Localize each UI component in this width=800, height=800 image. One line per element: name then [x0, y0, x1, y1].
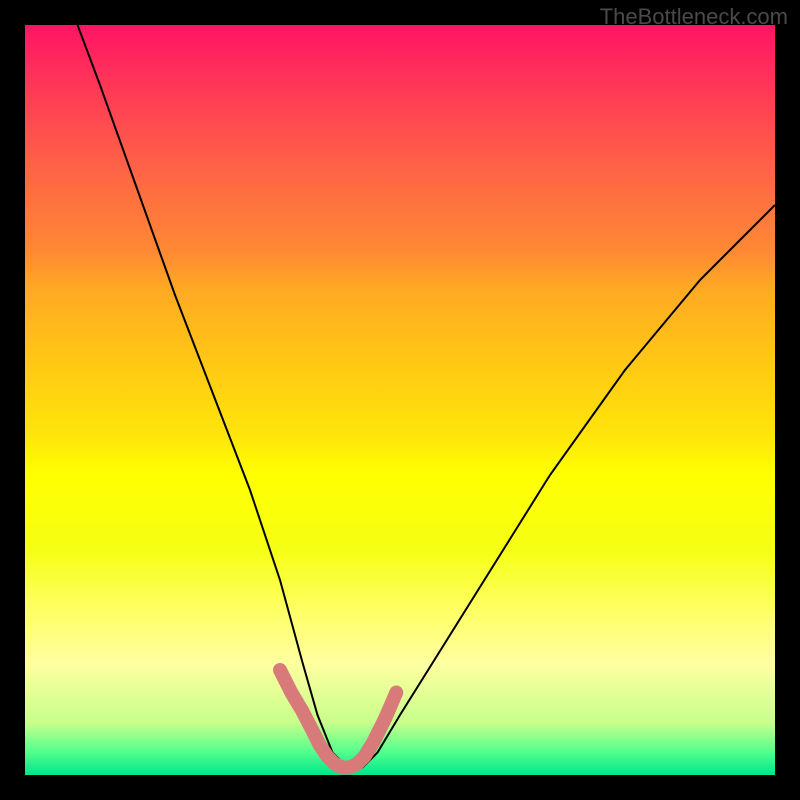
plot-area	[25, 25, 775, 775]
watermark-text: TheBottleneck.com	[600, 4, 788, 30]
highlight-segment	[280, 670, 396, 768]
bottleneck-curve	[78, 25, 776, 768]
chart-svg	[25, 25, 775, 775]
